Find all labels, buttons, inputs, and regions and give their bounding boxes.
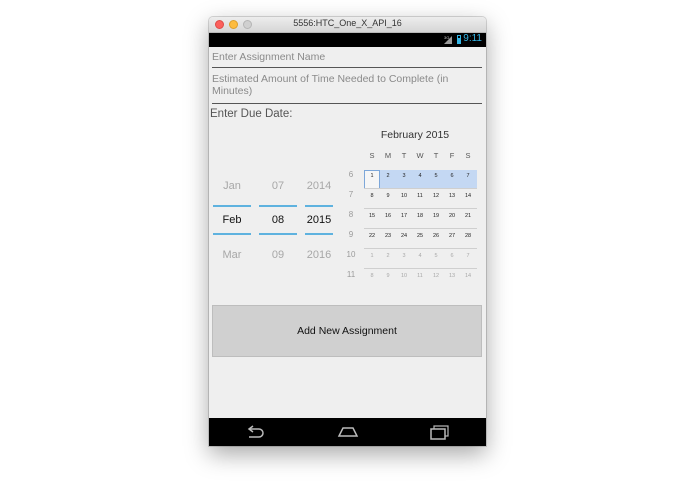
home-icon[interactable] <box>337 424 359 440</box>
year-current[interactable]: 2015 <box>305 214 333 226</box>
day-next[interactable]: 09 <box>259 249 297 261</box>
battery-icon <box>457 35 461 44</box>
month-current[interactable]: Feb <box>213 214 251 226</box>
add-assignment-button[interactable]: Add New Assignment <box>212 305 482 357</box>
spinner-divider <box>259 233 297 235</box>
due-date-label: Enter Due Date: <box>210 108 293 120</box>
back-icon[interactable] <box>245 424 265 440</box>
window-title: 5556:HTC_One_X_API_16 <box>293 18 402 28</box>
assignment-name-input[interactable]: Enter Assignment Name <box>212 51 482 68</box>
status-clock: 9:11 <box>463 33 482 44</box>
network-type: 3G <box>444 35 449 40</box>
status-bar: 3G 9:11 <box>209 33 486 47</box>
time-estimate-input[interactable]: Estimated Amount of Time Needed to Compl… <box>212 73 482 104</box>
spinner-divider <box>213 205 251 207</box>
title-bar: 5556:HTC_One_X_API_16 <box>209 17 486 33</box>
emulator-window: 5556:HTC_One_X_API_16 3G 9:11 Enter Assi… <box>209 17 486 446</box>
year-next[interactable]: 2016 <box>305 249 333 261</box>
signal-icon: 3G <box>444 35 452 44</box>
spinner-divider <box>305 205 333 207</box>
navigation-bar <box>209 418 486 446</box>
day-current[interactable]: 08 <box>259 214 297 226</box>
month-prev[interactable]: Jan <box>213 180 251 192</box>
month-next[interactable]: Mar <box>213 249 251 261</box>
app-content: Enter Assignment Name Estimated Amount o… <box>209 47 486 418</box>
spinner-divider <box>213 233 251 235</box>
day-prev[interactable]: 07 <box>259 180 297 192</box>
spinner-divider <box>259 205 297 207</box>
recents-icon[interactable] <box>429 424 451 440</box>
year-prev[interactable]: 2014 <box>305 180 333 192</box>
spinner-divider <box>305 233 333 235</box>
